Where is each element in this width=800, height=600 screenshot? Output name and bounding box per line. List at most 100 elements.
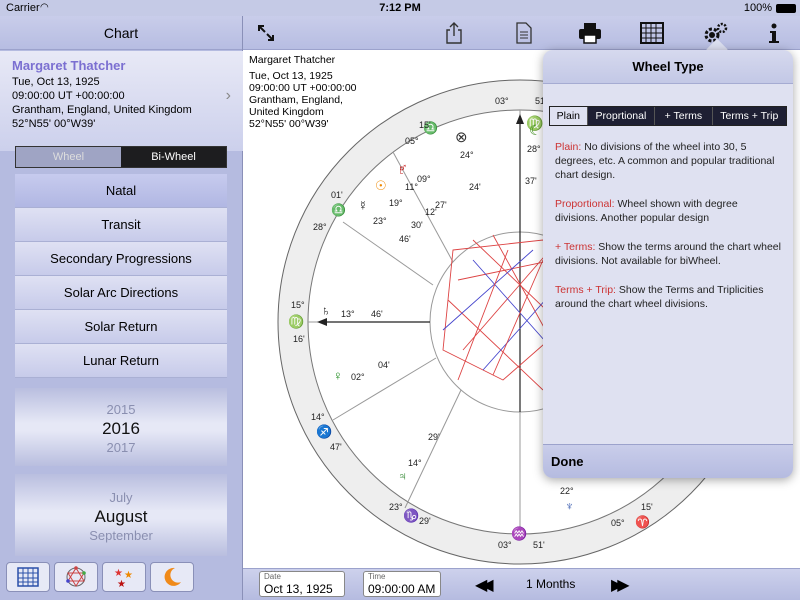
virgo-glyph: ♍ [288, 314, 304, 329]
mercury-glyph: ☿ [358, 198, 368, 213]
svg-text:01': 01' [331, 190, 343, 200]
battery-icon [776, 4, 796, 13]
month-next[interactable]: September [15, 526, 227, 545]
segment-wheel[interactable]: Wheel [16, 147, 121, 167]
aries-glyph: ♈ [635, 515, 650, 529]
svg-text:02°: 02° [351, 372, 365, 382]
menu-item-lunar-return[interactable]: Lunar Return [15, 344, 227, 378]
svg-text:51': 51' [533, 540, 545, 550]
svg-text:05°: 05° [611, 518, 625, 528]
svg-text:09°: 09° [417, 174, 431, 184]
clock: 7:12 PM [379, 2, 421, 14]
status-bar: Carrier ◠ 7:12 PM 100% [0, 0, 800, 16]
svg-text:47': 47' [330, 442, 342, 452]
month-selected[interactable]: August [15, 507, 227, 526]
grid-button[interactable] [639, 20, 665, 46]
svg-text:11°: 11° [405, 182, 418, 192]
month-prev[interactable]: July [15, 488, 227, 507]
chevron-right-icon: › [225, 87, 231, 104]
table-icon [17, 567, 39, 587]
desc-plain: Plain: No divisions of the wheel into 30… [555, 141, 775, 181]
year-next[interactable]: 2017 [15, 438, 227, 457]
person-time: 09:00:00 UT +00:00:00 [12, 90, 125, 102]
wheel-type-popover: Wheel Type Plain Proprtional + Terms Ter… [543, 50, 793, 478]
date-field[interactable]: Date Oct 13, 1925 [259, 571, 345, 597]
expand-button[interactable] [253, 20, 279, 46]
libra-glyph-left: ♎ [331, 203, 346, 217]
desc-proportional: Proportional: Wheel shown with degree di… [555, 198, 738, 224]
done-button[interactable]: Done [543, 444, 793, 478]
chart-info-time: 09:00:00 UT +00:00:00 [249, 82, 357, 94]
chart-info-name: Margaret Thatcher [249, 54, 336, 66]
popover-title: Wheel Type [543, 50, 793, 84]
svg-text:14°: 14° [311, 412, 325, 422]
venus-glyph: ♀ [333, 368, 343, 383]
svg-text:19°: 19° [389, 198, 403, 208]
time-value: 09:00:00 AM [368, 582, 436, 596]
aspect-web-icon [66, 566, 86, 587]
pluto-glyph: ♇ [397, 162, 407, 177]
fast-forward-icon[interactable]: ▶▶ [611, 575, 629, 595]
menu-item-solar-arc-directions[interactable]: Solar Arc Directions [15, 276, 227, 310]
moon-tool-button[interactable] [150, 562, 194, 592]
tab-terms-trip[interactable]: Terms + Trip [712, 107, 787, 125]
year-picker[interactable]: 2015 2016 2017 [15, 388, 227, 466]
svg-text:14°: 14° [408, 458, 422, 468]
svg-text:★: ★ [114, 568, 123, 579]
svg-text:★: ★ [117, 579, 126, 588]
segment-bi-wheel[interactable]: Bi-Wheel [121, 147, 226, 167]
neptune-glyph: ♆ [565, 499, 574, 513]
time-label: Time [368, 572, 386, 581]
jupiter-glyph: ♃ [398, 469, 407, 483]
document-button[interactable] [511, 20, 537, 46]
date-label: Date [264, 572, 281, 581]
info-button[interactable] [761, 20, 787, 46]
print-button[interactable] [577, 20, 603, 46]
svg-text:28°: 28° [313, 222, 327, 232]
menu-item-natal[interactable]: Natal [15, 174, 227, 208]
table-tool-button[interactable] [6, 562, 50, 592]
step-label: 1 Months [526, 577, 576, 591]
document-icon [516, 22, 532, 44]
share-button[interactable] [441, 20, 467, 46]
menu-item-secondary-progressions[interactable]: Secondary Progressions [15, 242, 227, 276]
desc-terms-trip: Terms + Trip: Show the Terms and Triplic… [555, 284, 764, 310]
svg-text:28°: 28° [527, 144, 541, 154]
aspect-grid-tool-button[interactable] [54, 562, 98, 592]
person-coords: 52°N55' 00°W39' [12, 118, 96, 130]
svg-text:29': 29' [428, 432, 440, 442]
stars-icon: ★ ★★ [114, 568, 133, 588]
svg-text:04': 04' [378, 360, 390, 370]
tab-terms[interactable]: + Terms [655, 107, 713, 125]
svg-text:24': 24' [469, 182, 481, 192]
sun-glyph: ☉ [375, 178, 387, 193]
svg-text:29': 29' [419, 516, 431, 526]
time-field[interactable]: Time 09:00:00 AM [363, 571, 441, 597]
person-place: Grantham, England, United Kingdom [12, 104, 192, 116]
month-picker[interactable]: July August September [15, 474, 227, 556]
svg-text:05°: 05° [405, 136, 419, 146]
svg-text:46': 46' [399, 234, 411, 244]
chart-info-place-2: United Kingdom [249, 106, 324, 118]
svg-text:30': 30' [411, 220, 423, 230]
person-name: Margaret Thatcher [12, 58, 126, 73]
stars-tool-button[interactable]: ★ ★ ★ [102, 562, 146, 592]
menu-item-solar-return[interactable]: Solar Return [15, 310, 227, 344]
date-value: Oct 13, 1925 [264, 582, 333, 596]
svg-text:46': 46' [371, 309, 383, 319]
battery-percent: 100% [743, 2, 772, 14]
sidebar-title: Chart [0, 16, 242, 50]
year-prev[interactable]: 2015 [15, 400, 227, 419]
person-card[interactable]: Margaret Thatcher Tue, Oct 13, 1925 09:0… [0, 51, 243, 151]
tab-plain[interactable]: Plain [550, 107, 588, 125]
rewind-icon[interactable]: ◀◀ [475, 575, 493, 595]
year-selected[interactable]: 2016 [15, 419, 227, 438]
menu-item-transit[interactable]: Transit [15, 208, 227, 242]
chart-type-menu: Natal Transit Secondary Progressions Sol… [15, 174, 227, 378]
svg-text:03°: 03° [495, 96, 509, 106]
moon-icon [164, 567, 181, 586]
saturn-glyph: ♄ [321, 303, 331, 318]
info-icon [769, 23, 779, 43]
tab-proportional[interactable]: Proprtional [587, 107, 656, 125]
popover-descriptions: Plain: No divisions of the wheel into 30… [555, 140, 783, 326]
